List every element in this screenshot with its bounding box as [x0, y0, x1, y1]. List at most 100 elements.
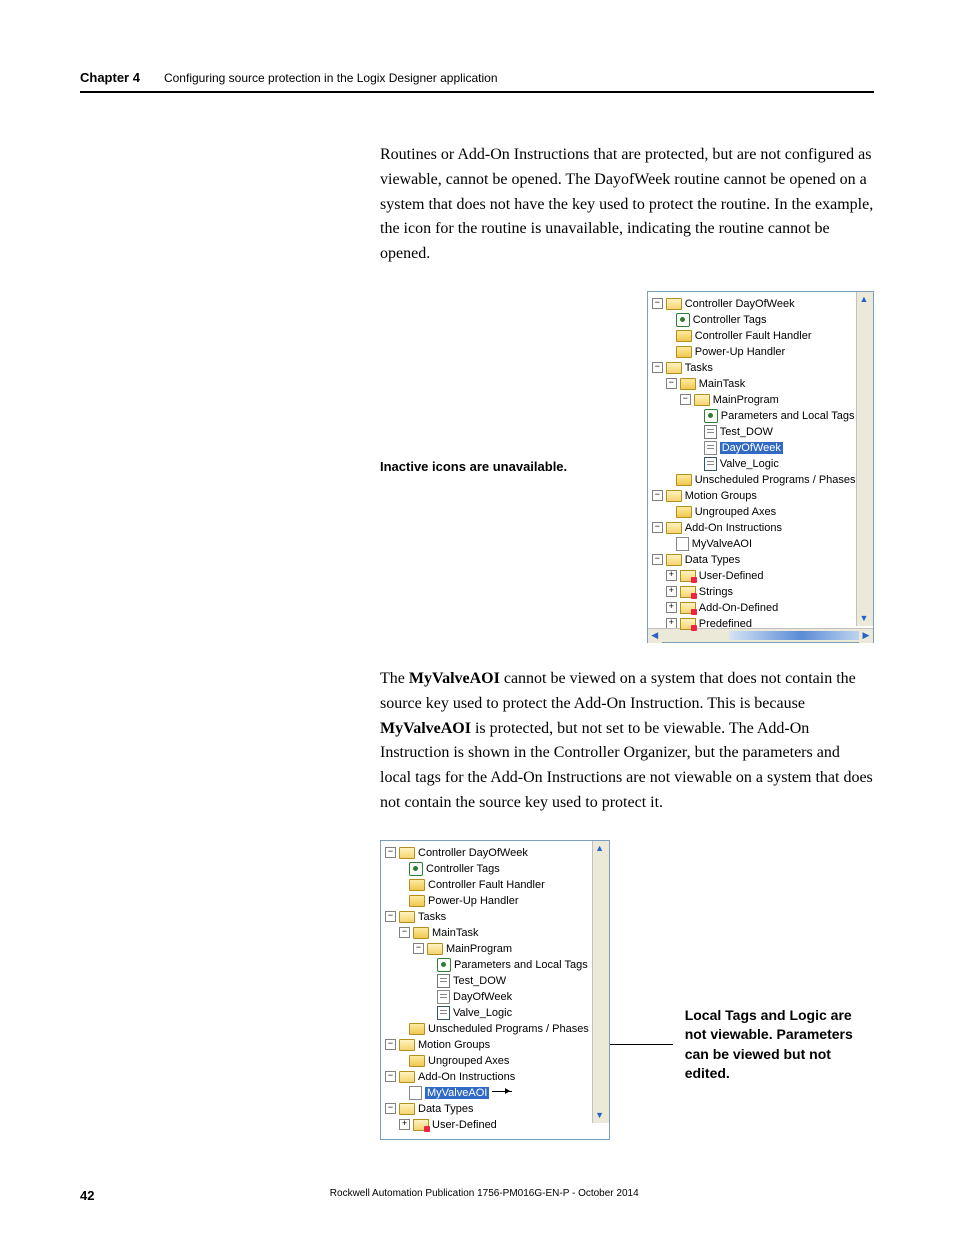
tree-label: Add-On Instructions — [685, 522, 782, 534]
collapse-icon[interactable]: − — [385, 1071, 396, 1082]
tree-node-aoi[interactable]: − Add-On Instructions — [652, 520, 873, 536]
folder-open-icon — [666, 298, 682, 310]
tree-node-controller-tags[interactable]: Controller Tags — [385, 861, 609, 877]
tree-label: Controller Tags — [426, 863, 500, 875]
tree-node-motion-groups[interactable]: − Motion Groups — [652, 488, 873, 504]
tree-node-ungrouped-axes[interactable]: Ungrouped Axes — [652, 504, 873, 520]
collapse-icon[interactable]: − — [385, 1103, 396, 1114]
scroll-right-icon[interactable]: ▶ — [859, 629, 873, 643]
collapse-icon[interactable]: − — [680, 394, 691, 405]
scroll-up-icon[interactable]: ▲ — [857, 292, 871, 306]
tree-node-unscheduled[interactable]: Unscheduled Programs / Phases — [385, 1021, 609, 1037]
aoi-icon — [409, 1086, 422, 1100]
tree-node-powerup[interactable]: Power-Up Handler — [385, 893, 609, 909]
tree-node-data-types[interactable]: − Data Types — [652, 552, 873, 568]
tree-node-myvalveaoi[interactable]: MyValveAOI — [652, 536, 873, 552]
tree-node-test-dow[interactable]: Test_DOW — [652, 424, 873, 440]
collapse-icon[interactable]: − — [652, 554, 663, 565]
collapse-icon[interactable]: − — [385, 911, 396, 922]
scroll-down-icon[interactable]: ▼ — [593, 1108, 607, 1122]
page-header: Chapter 4 Configuring source protection … — [80, 70, 874, 93]
scroll-left-icon[interactable]: ◀ — [648, 629, 662, 643]
tree-node-valve-logic[interactable]: Valve_Logic — [652, 456, 873, 472]
tree-node-controller-tags[interactable]: Controller Tags — [652, 312, 873, 328]
tree-label: Parameters and Local Tags — [454, 959, 588, 971]
tree-node-controller[interactable]: −Controller DayOfWeek — [652, 296, 873, 312]
tree-label: Data Types — [685, 554, 740, 566]
tree-label: Controller Fault Handler — [428, 879, 545, 891]
tree-node-myvalveaoi[interactable]: MyValveAOI — [385, 1085, 609, 1101]
tree-label: MyValveAOI — [692, 538, 752, 550]
collapse-icon[interactable]: − — [666, 378, 677, 389]
tree-node-maintask[interactable]: −MainTask — [652, 376, 873, 392]
datatype-icon — [680, 618, 696, 630]
tree-node-tasks[interactable]: −Tasks — [385, 909, 609, 925]
folder-open-icon — [399, 1103, 415, 1115]
tree-node-mainprogram[interactable]: −MainProgram — [652, 392, 873, 408]
tree-node-test-dow[interactable]: Test_DOW — [385, 973, 609, 989]
text-bold: MyValveAOI — [409, 670, 500, 687]
tree-label: Controller Fault Handler — [695, 330, 812, 342]
folder-open-icon — [666, 490, 682, 502]
collapse-icon[interactable]: − — [385, 1039, 396, 1050]
tree-node-mainprogram[interactable]: −MainProgram — [385, 941, 609, 957]
tree-node-unscheduled[interactable]: Unscheduled Programs / Phases — [652, 472, 873, 488]
tree-label: Motion Groups — [685, 490, 757, 502]
tree-node-params[interactable]: Parameters and Local Tags — [652, 408, 873, 424]
tree-node-tasks[interactable]: − Tasks — [652, 360, 873, 376]
folder-open-icon — [666, 522, 682, 534]
tree-node-strings[interactable]: +Strings — [652, 584, 873, 600]
expand-icon[interactable]: + — [666, 602, 677, 613]
tree-label: Valve_Logic — [453, 1007, 512, 1019]
collapse-icon[interactable]: − — [652, 522, 663, 533]
controller-organizer-tree-1[interactable]: ▲ ▼ ◀ ▶ −Controller DayOfWeek Controller… — [647, 291, 874, 643]
tree-node-motion-groups[interactable]: − Motion Groups — [385, 1037, 609, 1053]
tree-node-maintask[interactable]: −MainTask — [385, 925, 609, 941]
tree-node-user-defined[interactable]: +User-Defined — [385, 1117, 609, 1133]
expand-icon[interactable]: + — [399, 1119, 410, 1130]
tree-node-valve-logic[interactable]: Valve_Logic — [385, 1005, 609, 1021]
scroll-down-icon[interactable]: ▼ — [857, 611, 871, 625]
tree-node-aoi[interactable]: − Add-On Instructions — [385, 1069, 609, 1085]
tree-node-fault-handler[interactable]: Controller Fault Handler — [385, 877, 609, 893]
tree-node-data-types[interactable]: −Data Types — [385, 1101, 609, 1117]
tree-node-params[interactable]: Parameters and Local Tags — [385, 957, 609, 973]
tree-label: Add-On Instructions — [418, 1071, 515, 1083]
tree-label-selected: DayOfWeek — [720, 442, 783, 454]
text-bold: MyValveAOI — [380, 720, 471, 737]
collapse-icon[interactable]: − — [413, 943, 424, 954]
program-icon — [427, 943, 443, 955]
tree-node-powerup[interactable]: Power-Up Handler — [652, 344, 873, 360]
scroll-thumb[interactable] — [729, 631, 873, 640]
expand-icon[interactable]: + — [666, 586, 677, 597]
folder-icon — [676, 506, 692, 518]
tree-label: Tasks — [685, 362, 713, 374]
vertical-scrollbar[interactable]: ▲ ▼ — [856, 292, 873, 626]
tree-node-fault-handler[interactable]: Controller Fault Handler — [652, 328, 873, 344]
folder-open-icon — [666, 554, 682, 566]
callout-inactive-icons: Inactive icons are unavailable. — [80, 459, 639, 474]
tree-node-controller[interactable]: −Controller DayOfWeek — [385, 845, 609, 861]
callout-local-tags: Local Tags and Logic are not viewable. P… — [685, 1006, 874, 1084]
collapse-icon[interactable]: − — [399, 927, 410, 938]
routine-disabled-icon — [704, 441, 717, 455]
tree-label: Motion Groups — [418, 1039, 490, 1051]
controller-organizer-tree-2[interactable]: ▲ ▼ −Controller DayOfWeek Controller Tag… — [380, 840, 610, 1140]
tree-node-dayofweek[interactable]: DayOfWeek — [385, 989, 609, 1005]
scroll-up-icon[interactable]: ▲ — [593, 841, 607, 855]
tree-node-dayofweek[interactable]: DayOfWeek — [652, 440, 873, 456]
folder-open-icon — [666, 362, 682, 374]
program-icon — [694, 394, 710, 406]
folder-icon — [676, 330, 692, 342]
vertical-scrollbar[interactable]: ▲ ▼ — [592, 841, 609, 1123]
collapse-icon[interactable]: − — [385, 847, 396, 858]
expand-icon[interactable]: + — [666, 570, 677, 581]
collapse-icon[interactable]: − — [652, 362, 663, 373]
tree-node-ungrouped-axes[interactable]: Ungrouped Axes — [385, 1053, 609, 1069]
tree-node-aoi-defined[interactable]: +Add-On-Defined — [652, 600, 873, 616]
tree-node-user-defined[interactable]: +User-Defined — [652, 568, 873, 584]
collapse-icon[interactable]: − — [652, 490, 663, 501]
figure-1-row: Inactive icons are unavailable. ▲ ▼ ◀ ▶ … — [80, 291, 874, 643]
text: The — [380, 670, 409, 687]
collapse-icon[interactable]: − — [652, 298, 663, 309]
